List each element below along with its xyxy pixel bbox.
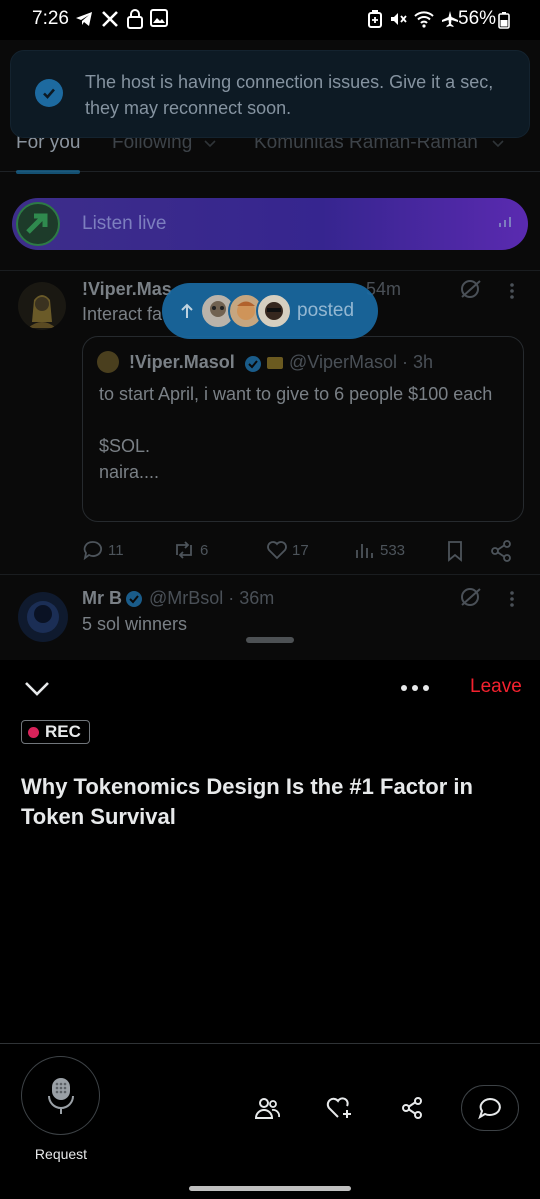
sheet-drag-handle[interactable] <box>246 637 294 643</box>
chat-button[interactable] <box>461 1085 519 1131</box>
chat-bubble-icon <box>477 1096 503 1120</box>
like-count: 17 <box>292 541 309 559</box>
post-handle: @MrBsol · 36m <box>149 588 275 608</box>
status-bar: 7:26 56% <box>0 0 540 40</box>
bookmark-icon[interactable] <box>446 540 464 562</box>
active-tab-indicator <box>16 170 80 174</box>
toast-message: The host is having connection issues. Gi… <box>85 72 494 118</box>
quoted-handle: @ViperMasol · 3h <box>289 352 433 372</box>
divider <box>0 574 540 575</box>
request-label: Request <box>34 1146 88 1162</box>
grok-icon[interactable] <box>458 586 484 608</box>
share-icon[interactable] <box>400 1096 424 1120</box>
quoted-post[interactable]: !Viper.Masol @ViperMasol · 3h to start A… <box>82 336 524 522</box>
views-action[interactable]: 533 <box>354 540 405 560</box>
post-actions: 11 6 17 533 <box>82 540 522 564</box>
gallery-icon <box>150 9 168 29</box>
leave-button[interactable]: Leave <box>470 676 522 698</box>
wifi-icon <box>414 10 434 28</box>
record-dot-icon <box>28 726 39 738</box>
chevron-down-icon <box>492 140 504 148</box>
avatar <box>256 293 292 329</box>
affiliate-badge-icon <box>266 355 284 371</box>
avatar[interactable] <box>18 282 66 330</box>
verified-badge-icon <box>244 355 262 373</box>
like-action[interactable]: 17 <box>266 540 309 560</box>
heart-plus-icon[interactable] <box>326 1096 354 1120</box>
connection-toast: The host is having connection issues. Gi… <box>10 50 530 138</box>
status-notification-icons <box>74 9 168 29</box>
post-author-name[interactable]: !Viper.Mas <box>82 279 172 300</box>
telegram-icon <box>74 9 94 29</box>
views-count: 533 <box>380 541 406 559</box>
quoted-avatar <box>97 351 119 373</box>
listen-live-bar[interactable]: Listen live <box>12 198 528 250</box>
grok-icon[interactable] <box>458 278 484 300</box>
post-text: Interact fa <box>82 304 163 324</box>
quoted-author-name: !Viper.Masol <box>129 352 235 372</box>
x-logo-icon <box>100 9 120 29</box>
mute-icon <box>389 10 407 28</box>
post-author-name[interactable]: Mr B <box>82 588 122 609</box>
post-text: 5 sol winners <box>82 614 188 634</box>
rec-label: REC <box>45 722 81 741</box>
check-circle-icon <box>35 79 63 107</box>
avatar[interactable] <box>18 592 68 642</box>
chevron-down-icon <box>204 140 216 148</box>
space-sheet: Leave REC Why Tokenomics Design Is the #… <box>0 660 540 1199</box>
status-time: 7:26 <box>32 8 69 29</box>
lock-icon <box>126 9 144 29</box>
people-icon[interactable] <box>254 1096 280 1120</box>
quoted-text: to start April, i want to give to 6 peop… <box>99 384 493 482</box>
space-title: Why Tokenomics Design Is the #1 Factor i… <box>21 774 473 829</box>
listen-live-label: Listen live <box>82 213 167 234</box>
views-icon <box>356 544 373 558</box>
more-options-icon[interactable] <box>508 282 516 300</box>
home-indicator[interactable] <box>189 1186 351 1191</box>
reply-action[interactable]: 11 <box>82 540 124 560</box>
microphone-icon <box>47 1076 75 1116</box>
audio-bars-icon <box>498 216 512 230</box>
repost-icon <box>176 541 192 559</box>
battery-saver-icon <box>368 10 382 28</box>
reply-icon <box>83 541 102 560</box>
share-icon[interactable] <box>490 540 512 562</box>
space-host-logo <box>16 202 60 246</box>
more-options-icon[interactable] <box>396 678 434 698</box>
status-system-icons <box>368 10 459 28</box>
chevron-down-icon[interactable] <box>22 678 52 698</box>
repost-action[interactable]: 6 <box>172 540 208 560</box>
repost-count: 6 <box>200 541 209 559</box>
airplane-mode-icon <box>441 10 459 28</box>
request-mic-button[interactable] <box>21 1056 100 1135</box>
recording-badge: REC <box>21 720 90 744</box>
heart-icon <box>267 541 287 560</box>
new-posts-pill[interactable]: posted <box>162 283 378 339</box>
posted-label: posted <box>297 300 355 321</box>
divider <box>0 270 540 271</box>
battery-percent: 56% <box>458 8 497 29</box>
divider <box>0 1043 540 1044</box>
post[interactable]: Mr B @MrBsol · 36m 5 sol winners <box>0 576 540 660</box>
reply-count: 11 <box>108 541 124 559</box>
arrow-up-icon <box>180 303 194 319</box>
home-feed: For you Following Komunitas Ramah-Ramah … <box>0 40 540 660</box>
new-posts-avatars <box>200 293 292 329</box>
battery-icon <box>498 11 510 29</box>
battery-level: 56% <box>458 8 496 30</box>
verified-badge-icon <box>125 590 143 608</box>
more-options-icon[interactable] <box>508 590 516 608</box>
